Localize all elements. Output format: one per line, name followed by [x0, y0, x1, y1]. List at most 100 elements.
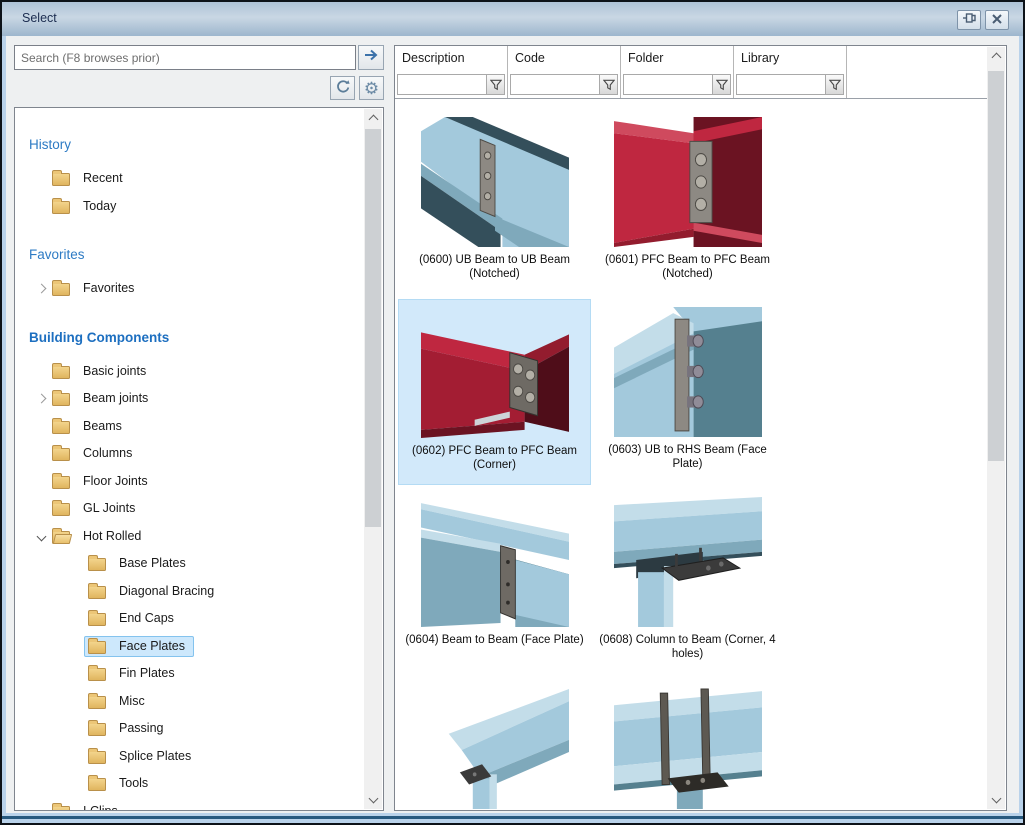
tree-item-body[interactable]: GL Joints [48, 498, 144, 519]
scroll-down-icon[interactable] [987, 792, 1005, 809]
tree-item-columns[interactable]: Columns [31, 441, 141, 465]
tree-item-i-clips[interactable]: I Clips [31, 799, 127, 810]
tree-item-today[interactable]: Today [31, 194, 125, 218]
column-header-filler [847, 46, 987, 98]
tree-item-tools[interactable]: Tools [67, 771, 157, 795]
tree-item-body[interactable]: Columns [48, 443, 141, 464]
filter-funnel-icon[interactable] [486, 75, 504, 94]
folder-tree: HistoryRecentTodayFavoritesFavoritesBuil… [15, 108, 364, 810]
tree-item-body[interactable]: Recent [48, 168, 132, 189]
component-caption: (0603) UB to RHS Beam (Face Plate) [594, 443, 782, 472]
component-item-0608[interactable]: (0608) Column to Beam (Corner, 4 holes) [591, 489, 784, 675]
tree-item-end-caps[interactable]: End Caps [67, 606, 183, 630]
tree-item-face-plates[interactable]: Face Plates [67, 634, 194, 658]
component-item-0604[interactable]: (0604) Beam to Beam (Face Plate) [398, 489, 591, 675]
close-button[interactable] [985, 10, 1009, 30]
tree-item-favorites[interactable]: Favorites [31, 276, 143, 300]
tree-item-body[interactable]: Basic joints [48, 361, 155, 382]
column-header-description[interactable]: Description [395, 46, 507, 65]
scroll-down-icon[interactable] [364, 792, 382, 809]
tree-item-body[interactable]: Misc [84, 691, 154, 712]
component-item-partial[interactable] [398, 679, 591, 809]
folder-icon [88, 586, 106, 599]
tree-item-basic-joints[interactable]: Basic joints [31, 359, 155, 383]
refresh-button[interactable] [330, 76, 355, 100]
tree-item-body[interactable]: Favorites [48, 278, 143, 299]
tree-item-label: Face Plates [119, 639, 185, 653]
tree-item-body[interactable]: Floor Joints [48, 471, 157, 492]
component-item-0602[interactable]: (0602) PFC Beam to PFC Beam (Corner) [398, 299, 591, 485]
tree-item-diagonal-bracing[interactable]: Diagonal Bracing [67, 579, 223, 603]
tree-item-label: End Caps [119, 611, 174, 625]
tree-item-selected-highlight[interactable]: Face Plates [84, 636, 194, 657]
filter-input-folder[interactable] [623, 74, 731, 95]
grid-scrollbar-thumb[interactable] [988, 71, 1004, 461]
tree-item-body[interactable]: Fin Plates [84, 663, 184, 684]
tree-item-floor-joints[interactable]: Floor Joints [31, 469, 157, 493]
tree-item-passing[interactable]: Passing [67, 716, 172, 740]
tree-item-body[interactable]: I Clips [48, 801, 127, 811]
tree-item-body[interactable]: Diagonal Bracing [84, 581, 223, 602]
tree-item-recent[interactable]: Recent [31, 166, 132, 190]
tree-item-hot-rolled[interactable]: Hot Rolled [31, 524, 150, 548]
tree-item-label: Fin Plates [119, 666, 175, 680]
pin-icon [962, 11, 976, 29]
folder-icon [88, 641, 106, 654]
tree-section-header-history: History [29, 135, 71, 155]
column-header-library[interactable]: Library [734, 46, 846, 65]
filter-input-library[interactable] [736, 74, 844, 95]
filter-funnel-icon[interactable] [712, 75, 730, 94]
tree-item-body[interactable]: Beams [48, 416, 131, 437]
tree-item-fin-plates[interactable]: Fin Plates [67, 661, 184, 685]
column-header-code[interactable]: Code [508, 46, 620, 65]
folder-icon [52, 806, 70, 811]
scroll-up-icon[interactable] [987, 47, 1005, 64]
tree-item-body[interactable]: Passing [84, 718, 172, 739]
tree-item-misc[interactable]: Misc [67, 689, 154, 713]
folder-icon [52, 476, 70, 489]
tree-item-base-plates[interactable]: Base Plates [67, 551, 195, 575]
settings-button[interactable]: ⚙ [359, 76, 384, 100]
open-folder-icon [52, 531, 70, 544]
refresh-icon [335, 78, 351, 99]
folder-icon [88, 696, 106, 709]
tree-item-body[interactable]: Splice Plates [84, 746, 200, 767]
tree-item-gl-joints[interactable]: GL Joints [31, 496, 144, 520]
folder-icon [52, 421, 70, 434]
search-go-button[interactable] [358, 45, 384, 70]
folder-icon [52, 448, 70, 461]
component-item-0600[interactable]: (0600) UB Beam to UB Beam (Notched) [398, 109, 591, 295]
component-item-0601[interactable]: (0601) PFC Beam to PFC Beam (Notched) [591, 109, 784, 295]
search-input[interactable] [14, 45, 356, 70]
tree-scrollbar-thumb[interactable] [365, 129, 381, 527]
tree-scrollbar[interactable] [364, 109, 382, 809]
component-thumbnail [421, 687, 569, 809]
tree-section-header-favorites: Favorites [29, 245, 85, 265]
filter-funnel-icon[interactable] [599, 75, 617, 94]
filter-input-description[interactable] [397, 74, 505, 95]
pin-button[interactable] [957, 10, 981, 30]
grid-scrollbar[interactable] [987, 47, 1005, 809]
tree-item-body[interactable]: Tools [84, 773, 157, 794]
tree-item-body[interactable]: Base Plates [84, 553, 195, 574]
tree-item-label: Columns [83, 446, 132, 460]
tree-item-body[interactable]: Today [48, 196, 125, 217]
scroll-up-icon[interactable] [364, 109, 382, 126]
tree-item-body[interactable]: Beam joints [48, 388, 157, 409]
tree-item-beams[interactable]: Beams [31, 414, 131, 438]
tree-item-label: Base Plates [119, 556, 186, 570]
tree-item-label: I Clips [83, 804, 118, 810]
column-header-folder[interactable]: Folder [621, 46, 733, 65]
tree-item-label: Favorites [83, 281, 134, 295]
tree-item-label: Splice Plates [119, 749, 191, 763]
filter-input-code[interactable] [510, 74, 618, 95]
folder-icon [52, 366, 70, 379]
component-item-partial[interactable] [591, 679, 784, 809]
tree-item-body[interactable]: End Caps [84, 608, 183, 629]
filter-funnel-icon[interactable] [825, 75, 843, 94]
component-thumbnail [421, 117, 569, 247]
component-item-0603[interactable]: (0603) UB to RHS Beam (Face Plate) [591, 299, 784, 485]
tree-item-beam-joints[interactable]: Beam joints [31, 386, 157, 410]
tree-item-body[interactable]: Hot Rolled [48, 526, 150, 547]
tree-item-splice-plates[interactable]: Splice Plates [67, 744, 200, 768]
